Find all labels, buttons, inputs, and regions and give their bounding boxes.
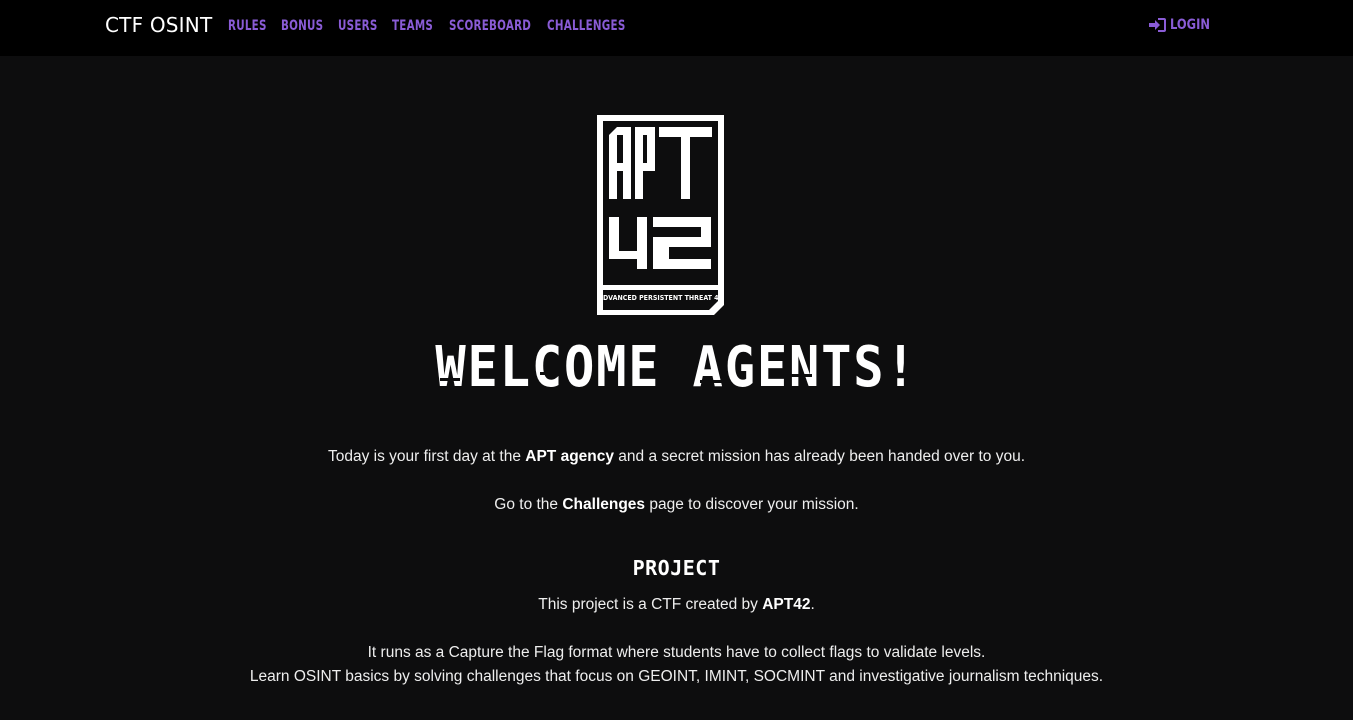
intro-text: and a secret mission has already been ha… <box>614 448 1026 465</box>
login-link[interactable]: LOGIN <box>1149 17 1219 33</box>
project-heading: PROJECT <box>632 556 721 580</box>
apt-agency-text: APT agency <box>525 448 614 465</box>
apt42-logo: ADVANCED PERSISTENT THREAT 42 <box>597 115 724 315</box>
nav-challenges-link[interactable]: CHALLENGES <box>547 18 626 34</box>
intro-text: Go to the <box>494 496 563 513</box>
glitch-overlay <box>540 372 564 375</box>
project-line-2: It runs as a Capture the Flag format whe… <box>367 644 986 661</box>
glitch-overlay <box>790 374 812 377</box>
intro-text: page to discover your mission. <box>645 496 859 513</box>
glitch-overlay <box>440 378 460 381</box>
logo-caption: ADVANCED PERSISTENT THREAT 42 <box>598 294 723 302</box>
login-label: LOGIN <box>1170 17 1210 33</box>
welcome-heading-text: WELCOME AGENTS! <box>435 335 918 400</box>
intro-line-1: Today is your first day at the APT agenc… <box>0 445 1353 469</box>
challenges-text: Challenges <box>562 496 646 513</box>
intro-text: Today is your first day at the <box>327 448 526 465</box>
top-navbar: CTF OSINT RULES BONUS USERS TEAMS SCOREB… <box>0 0 1353 56</box>
glitch-overlay <box>700 380 730 383</box>
nav-rules-link[interactable]: RULES <box>228 18 267 34</box>
sign-in-icon <box>1149 18 1166 32</box>
project-text: . <box>810 596 815 613</box>
apt42-text: APT42 <box>762 596 811 613</box>
nav-users-link[interactable]: USERS <box>338 18 378 34</box>
welcome-heading: WELCOME AGENTS! <box>68 336 1286 400</box>
nav-teams-link[interactable]: TEAMS <box>392 18 433 34</box>
nav-bonus-link[interactable]: BONUS <box>281 18 323 34</box>
brand-link[interactable]: CTF OSINT <box>105 13 212 37</box>
nav-links: RULES BONUS USERS TEAMS SCOREBOARD CHALL… <box>228 17 637 35</box>
nav-scoreboard-link[interactable]: SCOREBOARD <box>449 18 531 34</box>
project-line-3: Learn OSINT basics by solving challenges… <box>249 668 1104 685</box>
project-text: This project is a CTF created by <box>538 596 763 613</box>
project-line-1: This project is a CTF created by APT42. <box>0 593 1353 617</box>
intro-line-2: Go to the Challenges page to discover yo… <box>0 493 1353 517</box>
